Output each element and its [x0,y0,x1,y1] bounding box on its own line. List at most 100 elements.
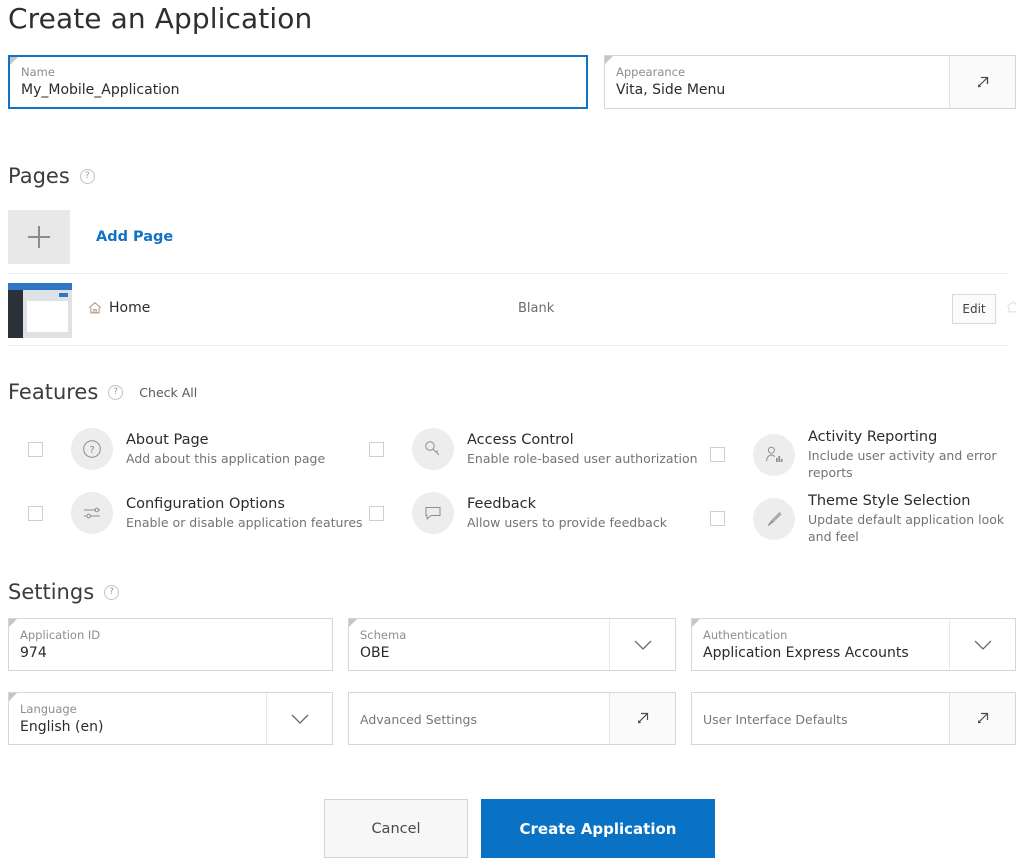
chevron-down-icon [633,639,653,651]
application-id-main[interactable]: Application ID 974 [9,619,332,670]
create-application-button[interactable]: Create Application [481,799,715,858]
feature-checkbox[interactable] [710,447,725,462]
name-field-label: Name [21,65,575,80]
feature-title: About Page [126,431,325,449]
user-interface-defaults-open-button[interactable] [949,693,1015,744]
paintbrush-icon [753,498,795,540]
feature-access-control[interactable]: Access Control Enable role-based user au… [369,428,698,470]
create-application-page: Create an Application Name My_Mobile_App… [0,0,1016,863]
name-field-value[interactable]: My_Mobile_Application [21,81,575,100]
question-circle-icon: ? [71,428,113,470]
help-circle-icon[interactable]: ? [80,169,95,184]
required-corner-icon [10,57,18,65]
feature-description: Allow users to provide feedback [467,514,667,531]
required-corner-icon [349,619,357,627]
key-icon [412,428,454,470]
edit-button[interactable]: Edit [952,294,996,324]
required-corner-icon [605,56,613,64]
language-field[interactable]: Language English (en) [8,692,333,745]
feature-checkbox[interactable] [369,442,384,457]
page-title: Create an Application [8,2,312,35]
help-circle-icon[interactable]: ? [108,385,123,400]
pages-heading-text: Pages [8,164,70,188]
feature-about-page[interactable]: ? About Page Add about this application … [28,428,325,470]
language-value[interactable]: English (en) [20,718,255,737]
page-row-type: Blank [518,301,554,316]
pages-divider-bottom [8,345,1008,346]
feature-title: Configuration Options [126,495,363,513]
advanced-settings-field[interactable]: Advanced Settings [348,692,676,745]
feature-title: Theme Style Selection [808,492,1016,510]
language-main[interactable]: Language English (en) [9,693,266,744]
advanced-settings-open-button[interactable] [609,693,675,744]
schema-main[interactable]: Schema OBE [349,619,609,670]
feature-checkbox[interactable] [28,506,43,521]
feature-description: Enable or disable application features [126,514,363,531]
language-label: Language [20,702,255,717]
schema-label: Schema [360,628,598,643]
advanced-settings-main[interactable]: Advanced Settings [349,693,609,744]
authentication-dropdown-button[interactable] [949,619,1015,670]
feature-checkbox[interactable] [369,506,384,521]
user-interface-defaults-main[interactable]: User Interface Defaults [692,693,949,744]
page-row-name: Home [88,300,150,316]
home-icon [88,301,102,315]
feature-configuration-options[interactable]: Configuration Options Enable or disable … [28,492,363,534]
feature-feedback[interactable]: Feedback Allow users to provide feedback [369,492,667,534]
authentication-value[interactable]: Application Express Accounts [703,644,938,663]
add-page-link[interactable]: Add Page [96,229,173,245]
home-icon-overflow[interactable] [1006,300,1016,314]
feature-theme-style-selection[interactable]: Theme Style Selection Update default app… [710,492,1016,545]
cancel-button[interactable]: Cancel [324,799,468,858]
chevron-down-icon [973,639,993,651]
chevron-down-icon [290,713,310,725]
open-in-new-icon [974,710,991,727]
feature-activity-reporting[interactable]: Activity Reporting Include user activity… [710,428,1016,481]
authentication-field[interactable]: Authentication Application Express Accou… [691,618,1016,671]
schema-value[interactable]: OBE [360,644,598,663]
add-page-row[interactable]: Add Page [8,210,173,264]
application-id-field[interactable]: Application ID 974 [8,618,333,671]
open-in-new-icon [634,710,651,727]
svg-text:?: ? [89,445,94,456]
side-menu-layout-thumbnail [8,283,72,338]
schema-dropdown-button[interactable] [609,619,675,670]
appearance-field-main[interactable]: Appearance Vita, Side Menu [605,56,949,108]
application-id-label: Application ID [20,628,321,643]
feature-checkbox[interactable] [710,511,725,526]
name-field[interactable]: Name My_Mobile_Application [8,55,588,109]
pages-divider-top [8,273,1008,274]
name-field-main[interactable]: Name My_Mobile_Application [10,57,586,107]
table-row[interactable]: Home Blank [0,283,1016,339]
feature-description: Add about this application page [126,450,325,467]
feature-title: Feedback [467,495,667,513]
add-page-tile[interactable] [8,210,70,264]
application-id-value[interactable]: 974 [20,644,321,663]
required-corner-icon [692,619,700,627]
page-row-name-text: Home [109,300,150,316]
language-dropdown-button[interactable] [266,693,332,744]
help-circle-icon[interactable]: ? [104,585,119,600]
feature-description: Update default application look and feel [808,511,1016,545]
user-chart-icon [753,434,795,476]
user-interface-defaults-field[interactable]: User Interface Defaults [691,692,1016,745]
pages-section-heading: Pages ? [8,164,95,188]
features-section-heading: Features ? Check All [8,380,197,404]
required-corner-icon [9,693,17,701]
authentication-label: Authentication [703,628,938,643]
schema-field[interactable]: Schema OBE [348,618,676,671]
feature-title: Activity Reporting [808,428,1016,446]
comment-icon [412,492,454,534]
settings-section-heading: Settings ? [8,580,119,604]
appearance-field[interactable]: Appearance Vita, Side Menu [604,55,1016,109]
user-interface-defaults-label: User Interface Defaults [703,700,938,738]
appearance-open-button[interactable] [949,56,1015,108]
settings-heading-text: Settings [8,580,94,604]
appearance-field-value[interactable]: Vita, Side Menu [616,81,938,100]
check-all-link[interactable]: Check All [139,385,197,400]
feature-description: Enable role-based user authorization [467,450,698,467]
authentication-main[interactable]: Authentication Application Express Accou… [692,619,949,670]
feature-checkbox[interactable] [28,442,43,457]
advanced-settings-label: Advanced Settings [360,700,598,738]
sliders-icon [71,492,113,534]
